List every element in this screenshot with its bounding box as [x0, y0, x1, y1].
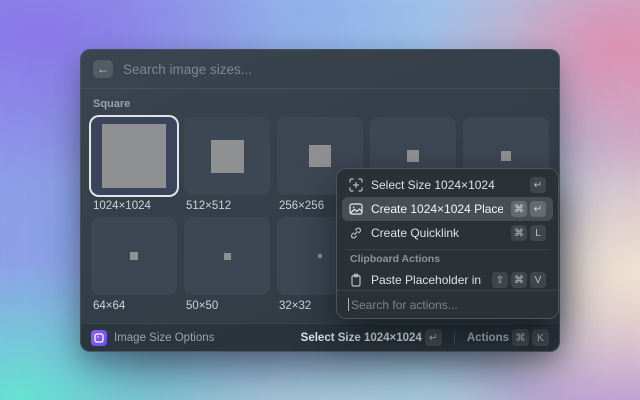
- grid-item-512[interactable]: 512×512: [184, 117, 270, 217]
- menu-item-shortcut: ⌘ L: [511, 225, 546, 241]
- size-label: 64×64: [93, 300, 126, 312]
- actions-button-label: Actions: [466, 331, 509, 344]
- actions-search-placeholder: Search for actions...: [351, 297, 458, 312]
- return-keycap: ↵: [530, 201, 546, 217]
- size-preview-square: [210, 139, 244, 173]
- clipboard-icon: [349, 273, 363, 287]
- statusbar-divider: [453, 330, 455, 345]
- menu-item-select-size[interactable]: Select Size 1024×1024 ↵: [342, 173, 553, 197]
- size-preview-square: [501, 151, 511, 161]
- menu-item-paste-placeholder[interactable]: Paste Placeholder in Active App ⇧ ⌘ V: [342, 268, 553, 292]
- menu-item-shortcut: ⇧ ⌘ V: [492, 272, 546, 288]
- grid-item-1024[interactable]: 1024×1024: [91, 117, 177, 217]
- v-keycap: V: [530, 272, 546, 288]
- size-tile[interactable]: [91, 217, 177, 295]
- shift-keycap: ⇧: [492, 272, 508, 288]
- size-label: 512×512: [186, 200, 232, 212]
- cmd-keycap: ⌘: [511, 272, 527, 288]
- size-tile-selected[interactable]: [91, 117, 177, 195]
- select-frame-icon: [349, 178, 363, 192]
- menu-item-shortcut: ⌘ ↵: [511, 201, 546, 217]
- size-label: 1024×1024: [93, 200, 151, 212]
- menu-item-shortcut: ↵: [530, 177, 546, 193]
- image-size-options-app-icon: [91, 329, 107, 346]
- status-bar: Image Size Options Select Size 1024×1024…: [81, 323, 559, 351]
- size-tile[interactable]: [184, 217, 270, 295]
- cmd-keycap: ⌘: [512, 329, 529, 346]
- menu-item-label: Create Quicklink: [371, 226, 460, 240]
- actions-button[interactable]: Actions ⌘ K: [467, 329, 549, 346]
- size-preview-square: [407, 150, 419, 162]
- menu-separator: [344, 249, 551, 250]
- size-preview-square: [318, 254, 322, 258]
- cmd-keycap: ⌘: [511, 225, 527, 241]
- l-keycap: L: [530, 225, 546, 241]
- size-preview-square: [130, 252, 138, 260]
- size-preview-square: [223, 252, 231, 260]
- actions-popover: Select Size 1024×1024 ↵ Create 1024×1024…: [336, 168, 559, 319]
- search-header: ← Search image sizes...: [81, 50, 559, 89]
- back-button[interactable]: ←: [93, 60, 113, 78]
- menu-item-label: Create 1024×1024 Placeholder: [371, 202, 503, 216]
- size-preview-square: [102, 124, 166, 188]
- text-cursor: [348, 298, 349, 311]
- k-keycap: K: [532, 329, 549, 346]
- menu-item-label: Paste Placeholder in Active App: [371, 273, 484, 287]
- app-name: Image Size Options: [114, 331, 215, 344]
- section-title: Square: [93, 98, 131, 110]
- menu-item-create-quicklink[interactable]: Create Quicklink ⌘ L: [342, 221, 553, 245]
- size-tile[interactable]: [184, 117, 270, 195]
- cmd-keycap: ⌘: [511, 201, 527, 217]
- return-keycap: ↵: [424, 329, 442, 346]
- image-glyph-icon: [94, 332, 104, 343]
- grid-item-50[interactable]: 50×50: [184, 217, 270, 317]
- size-label: 50×50: [186, 300, 219, 312]
- return-keycap: ↵: [530, 177, 546, 193]
- menu-item-create-placeholder[interactable]: Create 1024×1024 Placeholder ⌘ ↵: [342, 197, 553, 221]
- search-input[interactable]: Search image sizes...: [123, 62, 252, 77]
- menu-section-label: Clipboard Actions: [350, 253, 441, 265]
- image-icon: [349, 202, 363, 216]
- link-icon: [349, 226, 363, 240]
- menu-item-label: Select Size 1024×1024: [371, 178, 495, 192]
- primary-action-label: Select Size 1024×1024: [300, 331, 422, 344]
- size-preview-square: [309, 145, 331, 167]
- desktop-background: ← Search image sizes... Square 1024×1024…: [0, 0, 640, 400]
- primary-action-button[interactable]: Select Size 1024×1024 ↵: [301, 329, 442, 346]
- actions-search-input[interactable]: Search for actions...: [337, 290, 558, 318]
- grid-item-64[interactable]: 64×64: [91, 217, 177, 317]
- back-arrow-icon: ←: [97, 62, 109, 76]
